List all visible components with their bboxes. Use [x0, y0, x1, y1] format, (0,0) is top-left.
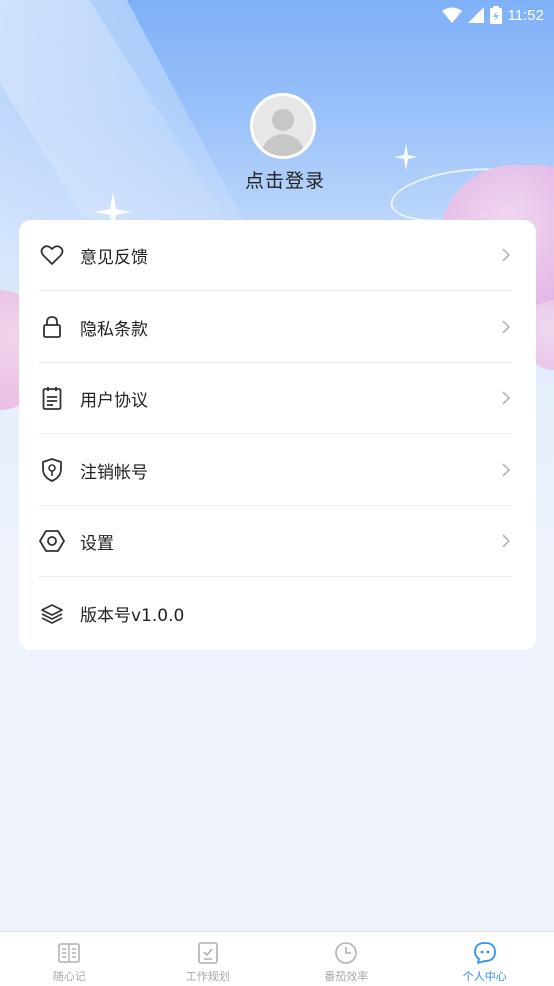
status-time: 11:52 — [507, 6, 544, 24]
tab-label: 工作规划 — [185, 970, 230, 983]
checklist-icon — [197, 942, 218, 964]
chevron-right-icon — [502, 320, 511, 334]
shield-key-icon — [39, 457, 65, 483]
tab-label: 个人中心 — [462, 970, 507, 983]
tab-label: 番茄效率 — [324, 970, 369, 983]
wifi-icon — [441, 7, 462, 23]
layers-icon — [39, 601, 65, 627]
lock-icon — [39, 314, 65, 340]
menu-item-label: 注销帐号 — [80, 462, 148, 483]
menu-item-privacy[interactable]: 隐私条款 — [39, 292, 512, 363]
version-label: 版本号v1.0.0 — [80, 606, 185, 626]
clock-icon — [335, 942, 358, 964]
book-icon — [58, 943, 81, 963]
chevron-right-icon — [502, 248, 511, 262]
tab-work-plan[interactable]: 工作规划 — [139, 932, 278, 986]
tab-profile[interactable]: 个人中心 — [416, 932, 554, 986]
menu-card: 意见反馈 隐私条款 用户协议 注销帐号 设置 版本号v1.0.0 — [19, 220, 536, 650]
signal-icon — [467, 7, 484, 23]
tab-label: 随心记 — [52, 970, 86, 983]
menu-item-delete-account[interactable]: 注销帐号 — [39, 435, 512, 506]
menu-item-feedback[interactable]: 意见反馈 — [39, 220, 512, 291]
bottom-tab-bar: 随心记 工作规划 番茄效率 个人中心 — [0, 931, 554, 986]
menu-item-label: 设置 — [80, 533, 114, 554]
menu-item-settings[interactable]: 设置 — [39, 506, 512, 577]
clipboard-icon — [39, 385, 65, 411]
user-avatar-icon — [261, 109, 305, 156]
chat-face-icon — [473, 942, 496, 964]
heart-icon — [39, 242, 65, 268]
menu-item-user-agreement[interactable]: 用户协议 — [39, 363, 512, 434]
login-button[interactable]: 点击登录 — [0, 166, 554, 193]
tab-notes[interactable]: 随心记 — [0, 932, 139, 986]
chevron-right-icon — [502, 391, 511, 405]
tab-pomodoro[interactable]: 番茄效率 — [277, 932, 416, 986]
menu-item-label: 用户协议 — [80, 390, 148, 411]
menu-item-version: 版本号v1.0.0 — [39, 578, 512, 649]
menu-item-label: 隐私条款 — [80, 319, 148, 340]
avatar[interactable] — [250, 93, 316, 159]
chevron-right-icon — [502, 463, 511, 477]
menu-item-label: 意见反馈 — [80, 247, 148, 268]
status-bar: 11:52 — [0, 0, 554, 30]
chevron-right-icon — [502, 534, 511, 548]
battery-icon — [489, 6, 502, 24]
hexagon-settings-icon — [39, 528, 65, 554]
